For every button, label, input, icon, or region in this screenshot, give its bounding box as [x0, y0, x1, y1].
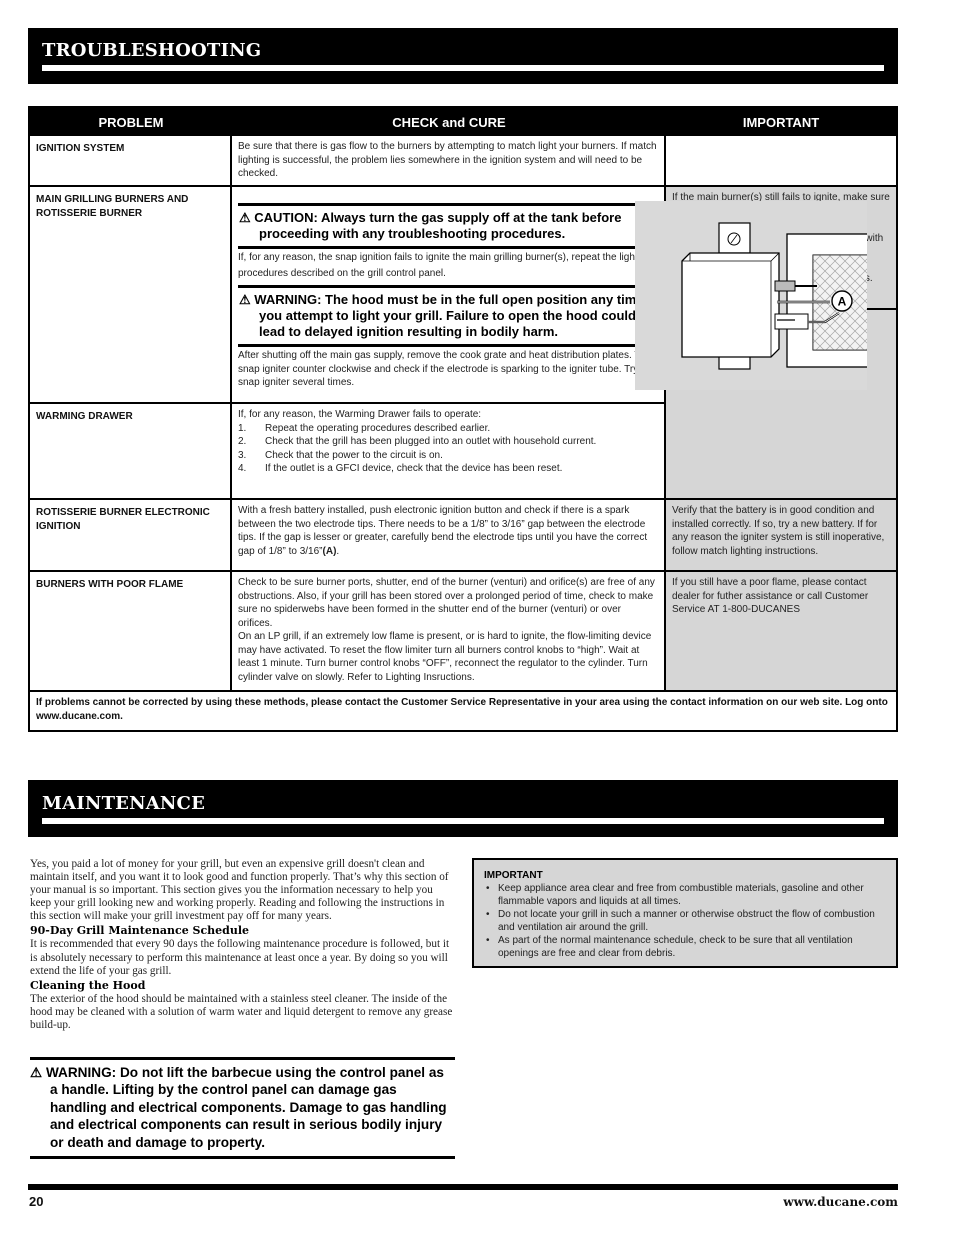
table-footer-note: If problems cannot be corrected by using… [36, 697, 888, 722]
bullet-icon: • [486, 909, 490, 920]
important-item: • Keep appliance area clear and free from… [486, 883, 864, 907]
warning-notice: ⚠ WARNING: The hood must be in the full … [238, 285, 658, 344]
table-row-important: Verify that the battery is in good condi… [666, 500, 896, 570]
maintenance-intro: Yes, you paid a lot of money for your gr… [30, 858, 449, 923]
important-item: • As part of the normal maintenance sched… [486, 935, 853, 959]
bullet-icon: • [486, 935, 490, 946]
header-rule [42, 65, 884, 71]
cure-step: 4. If the outlet is a GFCI device, check … [238, 463, 563, 474]
warning-triangle-icon: ⚠ [30, 1065, 43, 1080]
troubleshooting-title: TROUBLESHOOTING [42, 40, 262, 61]
cure-intro: If, for any reason, the Warming Drawer f… [238, 409, 482, 420]
cure-text: If, for any reason, the snap ignition fa… [238, 246, 658, 285]
important-box: IMPORTANT • Keep appliance area clear and… [472, 858, 898, 968]
caution-notice: ⚠ CAUTION: Always turn the gas supply of… [238, 203, 658, 246]
table-row-cure: With a fresh battery installed, push ele… [238, 505, 648, 557]
lift-warning-notice: ⚠ WARNING: Do not lift the barbecue usin… [30, 1057, 455, 1160]
table-row-problem: ROTISSERIE BURNER ELECTRONIC IGNITION [36, 507, 210, 532]
figure-reference: (A) [322, 545, 337, 557]
table-row-problem: WARMING DRAWER [36, 411, 133, 422]
table-row-cure: Be sure that there is gas flow to the bu… [238, 141, 657, 179]
footer-rule [28, 1184, 898, 1190]
maintenance-title: MAINTENANCE [42, 793, 205, 814]
electrode-connector [774, 280, 796, 292]
cure-text: After shutting off the main gas supply, … [238, 344, 658, 390]
column-header-check-and-cure: CHECK and CURE [392, 115, 506, 130]
column-header-problem: PROBLEM [98, 115, 164, 130]
electrode-holder [774, 313, 809, 330]
caution-text: CAUTION: Always turn the gas supply off … [254, 210, 622, 241]
warning-triangle-icon: ⚠ [239, 210, 251, 225]
igniter-box [681, 252, 780, 358]
troubleshooting-header: TROUBLESHOOTING [28, 28, 898, 84]
maintenance-body: Yes, you paid a lot of money for your gr… [30, 858, 455, 1032]
cure-step: 2. Check that the grill has been plugged … [238, 436, 597, 447]
page-number: 20 [29, 1194, 44, 1209]
column-header-important: IMPORTANT [742, 115, 820, 130]
table-header: PROBLEM CHECK and CURE IMPORTANT [30, 108, 896, 136]
schedule-text: It is recommended that every 90 days the… [30, 938, 450, 977]
cure-step: 1. Repeat the operating procedures descri… [238, 422, 491, 434]
header-rule [42, 818, 884, 824]
cure-step: 3. Check that the power to the circuit is… [238, 449, 443, 461]
table-row-problem: MAIN GRILLING BURNERS AND ROTISSERIE BUR… [36, 194, 189, 219]
schedule-heading: 90-Day Grill Maintenance Schedule [30, 924, 250, 938]
table-row-cure: ⚠ CAUTION: Always turn the gas supply of… [238, 187, 658, 402]
warning-text: WARNING: Do not lift the barbecue using … [45, 1065, 447, 1150]
cleaning-hood-heading: Cleaning the Hood [30, 978, 146, 992]
table-row-problem: BURNERS WITH POOR FLAME [36, 579, 184, 590]
maintenance-header: MAINTENANCE [28, 780, 898, 837]
table-row-important: If you still have a poor flame, please c… [666, 572, 896, 690]
table-row-important [666, 136, 896, 185]
igniter-diagram: A [635, 201, 867, 390]
important-heading: IMPORTANT [484, 870, 543, 881]
cleaning-hood-text: The exterior of the hood should be maint… [30, 992, 453, 1031]
table-row-problem: IGNITION SYSTEM [36, 143, 125, 154]
important-list: • Keep appliance area clear and free from… [484, 882, 886, 960]
bullet-icon: • [486, 883, 490, 894]
important-item: • Do not locate your grill in such a mann… [486, 909, 875, 933]
table-row-cure: Check to be sure burner ports, shutter, … [238, 577, 655, 683]
troubleshooting-table: PROBLEM CHECK and CURE IMPORTANT IGNITIO… [28, 106, 898, 732]
warning-triangle-icon: ⚠ [239, 292, 251, 307]
table-row-cure: If, for any reason, the Warming Drawer f… [232, 404, 664, 498]
website-link[interactable]: www.ducane.com [783, 1195, 898, 1209]
cure-steps: 1. Repeat the operating procedures descri… [238, 422, 658, 476]
warning-text: WARNING: The hood must be in the full op… [254, 292, 644, 339]
callout-label: A [838, 295, 847, 309]
